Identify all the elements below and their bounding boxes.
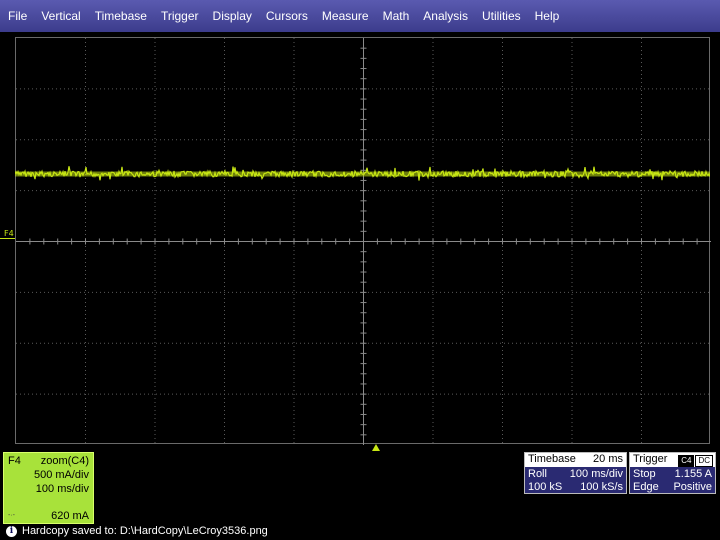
timebase-title: Timebase	[528, 453, 576, 465]
menu-cursors[interactable]: Cursors	[259, 0, 315, 32]
trigger-channel-badge: C4	[678, 455, 695, 467]
menu-timebase[interactable]: Timebase	[88, 0, 154, 32]
timebase-header: Timebase 20 ms	[525, 453, 626, 467]
menu-trigger[interactable]: Trigger	[154, 0, 206, 32]
channel-trace-icon: -·-	[8, 512, 15, 519]
trace-band	[15, 171, 710, 177]
trigger-header: Trigger C4 DC	[630, 453, 715, 467]
menu-utilities[interactable]: Utilities	[475, 0, 528, 32]
channel-source: zoom(C4)	[40, 455, 89, 467]
timebase-hdiv: 100 ms/div	[569, 468, 623, 480]
trace-marker-line	[0, 238, 15, 239]
channel-horizontal-scale: 100 ms/div	[35, 483, 89, 495]
menu-file[interactable]: File	[0, 0, 34, 32]
status-message: Hardcopy saved to: D:\HardCopy\LeCroy353…	[22, 525, 268, 537]
channel-label: F4	[8, 455, 21, 467]
menu-measure[interactable]: Measure	[315, 0, 376, 32]
menu-help[interactable]: Help	[528, 0, 567, 32]
menu-display[interactable]: Display	[206, 0, 259, 32]
timebase-descriptor-box[interactable]: Timebase 20 ms Roll 100 ms/div 100 kS 10…	[524, 452, 627, 494]
timebase-mode: Roll	[528, 468, 547, 480]
menu-bar: File Vertical Timebase Trigger Display Cursor…	[0, 0, 720, 32]
trace-marker-label[interactable]: F4	[4, 229, 14, 238]
channel-descriptor-box[interactable]: F4 zoom(C4) 500 mA/div 100 ms/div -·- 62…	[3, 452, 94, 524]
info-icon: i	[6, 526, 17, 537]
waveform-trace	[15, 166, 710, 181]
trigger-slope: Positive	[673, 481, 712, 493]
trigger-badges: C4 DC	[677, 454, 713, 467]
menu-math[interactable]: Math	[376, 0, 417, 32]
timebase-samples: 100 kS	[528, 481, 563, 493]
status-bar: i Hardcopy saved to: D:\HardCopy\LeCroy3…	[0, 525, 720, 540]
channel-vertical-scale: 500 mA/div	[33, 469, 89, 481]
trigger-level: 1.155 A	[674, 468, 712, 480]
timebase-sample-rate: 100 kS/s	[580, 481, 623, 493]
trigger-position-marker[interactable]	[372, 444, 380, 451]
menu-vertical[interactable]: Vertical	[34, 0, 87, 32]
trigger-mode: Stop	[633, 468, 656, 480]
menu-analysis[interactable]: Analysis	[416, 0, 475, 32]
timebase-value: 20 ms	[593, 453, 623, 465]
trigger-descriptor-box[interactable]: Trigger C4 DC Stop 1.155 A Edge Positive	[629, 452, 716, 494]
trigger-type: Edge	[633, 481, 659, 493]
trigger-coupling-badge: DC	[695, 455, 713, 467]
trigger-title: Trigger	[633, 453, 668, 465]
channel-offset: 620 mA	[51, 510, 89, 522]
